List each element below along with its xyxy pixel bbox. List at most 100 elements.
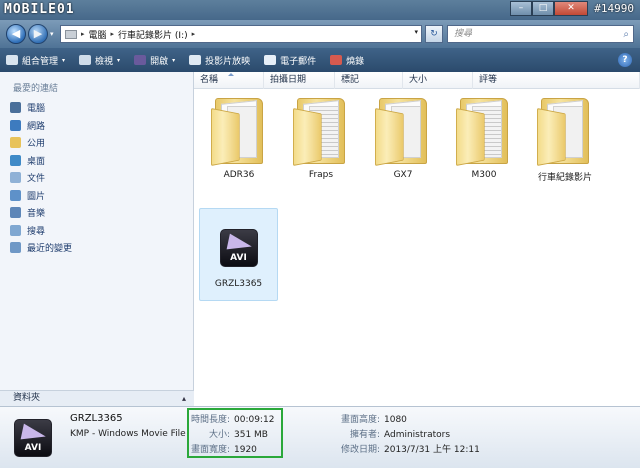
folder-icon bbox=[375, 94, 431, 166]
toolbar-label: 電子郵件 bbox=[280, 56, 317, 67]
chevron-down-icon: ▾ bbox=[117, 56, 121, 64]
column-header-4[interactable]: 評等 bbox=[473, 72, 640, 89]
nav-item-7[interactable]: 搜尋 bbox=[10, 222, 190, 240]
toolbar-item-1[interactable]: 檢視 ▾ bbox=[79, 54, 120, 67]
property-value: 1080 bbox=[384, 415, 407, 425]
toolbar-item-3[interactable]: 投影片放映 bbox=[189, 54, 250, 67]
detail-property: 畫面高度: 1080 bbox=[334, 412, 407, 425]
maximize-button[interactable]: □ bbox=[532, 1, 554, 16]
folder-item-2[interactable]: GX7 bbox=[364, 94, 442, 180]
file-list: 名稱 拍攝日期 標記 大小 評等 ADR36 Fraps GX7 M300 行車紀錄影片 AVI… bbox=[194, 72, 640, 406]
details-pane: AVI GRZL3365 KMP - Windows Movie File 時間… bbox=[0, 406, 640, 468]
nav-item-8[interactable]: 最近的變更 bbox=[10, 239, 190, 257]
nav-item-label: 音樂 bbox=[27, 209, 46, 220]
folder-label: Fraps bbox=[308, 170, 334, 180]
nav-item-2[interactable]: 公用 bbox=[10, 134, 190, 152]
nav-item-0[interactable]: 電腦 bbox=[10, 99, 190, 117]
folder-label: GX7 bbox=[393, 170, 413, 180]
nav-item-label: 電腦 bbox=[27, 104, 46, 115]
column-header-1[interactable]: 拍攝日期 bbox=[264, 72, 335, 89]
folder-label: 行車紀錄影片 bbox=[537, 173, 592, 183]
help-icon[interactable]: ? bbox=[618, 53, 632, 67]
file-label: GRZL3365 bbox=[214, 279, 263, 289]
breadcrumb-separator[interactable]: ▸ bbox=[81, 30, 85, 38]
computer-icon bbox=[10, 102, 21, 114]
details-file-name: GRZL3365 bbox=[70, 413, 123, 424]
favorite-links-title: 最愛的連結 bbox=[13, 84, 59, 94]
folder-icon bbox=[293, 94, 349, 166]
organize-icon bbox=[6, 55, 18, 65]
recent-icon bbox=[10, 242, 21, 254]
nav-item-4[interactable]: 文件 bbox=[10, 169, 190, 187]
file-item-grzl3365[interactable]: AVI GRZL3365 bbox=[199, 208, 278, 301]
close-button[interactable]: ✕ bbox=[554, 1, 588, 16]
public-folder-icon bbox=[10, 137, 21, 149]
address-bar-area: ◀ ▶ ▾ ▸ 電腦 ▸ 行車記錄影片 (I:) ▸ ▾ ↻ 搜尋 ⌕ bbox=[0, 20, 640, 48]
toolbar-item-0[interactable]: 組合管理 ▾ bbox=[6, 54, 65, 67]
recent-pages-dropdown[interactable]: ▾ bbox=[50, 30, 54, 38]
search-input[interactable]: 搜尋 ⌕ bbox=[447, 25, 634, 43]
details-avi-icon: AVI bbox=[14, 419, 52, 457]
folder-item-0[interactable]: ADR36 bbox=[200, 94, 278, 180]
column-header-2[interactable]: 標記 bbox=[335, 72, 403, 89]
kmp-icon bbox=[134, 55, 147, 65]
toolbar-item-4[interactable]: 電子郵件 bbox=[264, 54, 316, 67]
toolbar-label: 燒錄 bbox=[346, 56, 365, 67]
refresh-icon[interactable]: ↻ bbox=[425, 25, 443, 43]
folder-icon bbox=[211, 94, 267, 166]
nav-item-5[interactable]: 圖片 bbox=[10, 187, 190, 205]
pictures-icon bbox=[10, 189, 21, 201]
nav-item-label: 文件 bbox=[27, 174, 46, 185]
address-field[interactable]: ▸ 電腦 ▸ 行車記錄影片 (I:) ▸ ▾ bbox=[60, 25, 422, 43]
nav-item-label: 搜尋 bbox=[27, 226, 46, 237]
documents-icon bbox=[10, 172, 21, 184]
nav-item-1[interactable]: 網路 bbox=[10, 117, 190, 135]
property-key: 畫面高度: bbox=[340, 415, 380, 425]
breadcrumb-separator[interactable]: ▸ bbox=[192, 30, 196, 38]
navigation-pane: 最愛的連結 電腦網路公用桌面文件圖片音樂搜尋最近的變更 資料夾 ▴ bbox=[0, 72, 194, 406]
nav-item-label: 圖片 bbox=[27, 191, 46, 202]
folder-item-4[interactable]: 行車紀錄影片 bbox=[526, 94, 604, 183]
window-controls: – □ ✕ bbox=[510, 1, 588, 17]
column-header-3[interactable]: 大小 bbox=[403, 72, 473, 89]
slideshow-icon bbox=[189, 55, 202, 65]
breadcrumb-drive[interactable]: 行車記錄影片 (I:) bbox=[118, 28, 188, 41]
toolbar-label: 組合管理 bbox=[22, 56, 59, 67]
desktop-icon bbox=[10, 154, 21, 166]
nav-item-6[interactable]: 音樂 bbox=[10, 204, 190, 222]
minimize-button[interactable]: – bbox=[510, 1, 532, 16]
explorer-window: MOBILE01 – □ ✕ #14990 ◀ ▶ ▾ ▸ 電腦 ▸ 行車記錄影… bbox=[0, 0, 640, 468]
chevron-up-icon[interactable]: ▴ bbox=[182, 391, 186, 406]
property-key: 擁有者: bbox=[349, 430, 380, 440]
breadcrumb-separator[interactable]: ▸ bbox=[111, 30, 115, 38]
toolbar-item-2[interactable]: 開啟 ▾ bbox=[134, 54, 175, 67]
nav-item-label: 桌面 bbox=[27, 156, 46, 167]
highlight-annotation-box bbox=[187, 408, 283, 458]
property-value: 2013/7/31 上午 12:11 bbox=[384, 445, 480, 455]
watermark-id: #14990 bbox=[594, 2, 634, 15]
detail-property: 擁有者: Administrators bbox=[334, 427, 450, 440]
search-icon[interactable]: ⌕ bbox=[623, 27, 629, 43]
folder-item-1[interactable]: Fraps bbox=[282, 94, 360, 180]
nav-item-label: 公用 bbox=[27, 139, 46, 150]
folders-bar[interactable]: 資料夾 ▴ bbox=[0, 390, 194, 406]
search-placeholder: 搜尋 bbox=[454, 29, 473, 39]
nav-item-label: 最近的變更 bbox=[27, 244, 73, 255]
back-button[interactable]: ◀ bbox=[6, 24, 26, 44]
toolbar-label: 開啟 bbox=[150, 56, 169, 67]
property-value: Administrators bbox=[384, 430, 451, 440]
folder-label: ADR36 bbox=[223, 170, 255, 180]
network-icon bbox=[10, 119, 21, 131]
drive-icon bbox=[65, 29, 77, 39]
folder-icon bbox=[456, 94, 512, 166]
avi-file-icon: AVI bbox=[219, 229, 258, 267]
folder-item-3[interactable]: M300 bbox=[445, 94, 523, 180]
forward-button[interactable]: ▶ bbox=[28, 24, 48, 44]
toolbar-label: 檢視 bbox=[95, 56, 114, 67]
breadcrumb-computer[interactable]: 電腦 bbox=[89, 28, 107, 41]
toolbar-item-5[interactable]: 燒錄 bbox=[330, 54, 364, 67]
nav-item-3[interactable]: 桌面 bbox=[10, 152, 190, 170]
column-header-0[interactable]: 名稱 bbox=[194, 72, 264, 89]
email-icon bbox=[264, 55, 277, 65]
address-dropdown[interactable]: ▾ bbox=[414, 28, 418, 36]
